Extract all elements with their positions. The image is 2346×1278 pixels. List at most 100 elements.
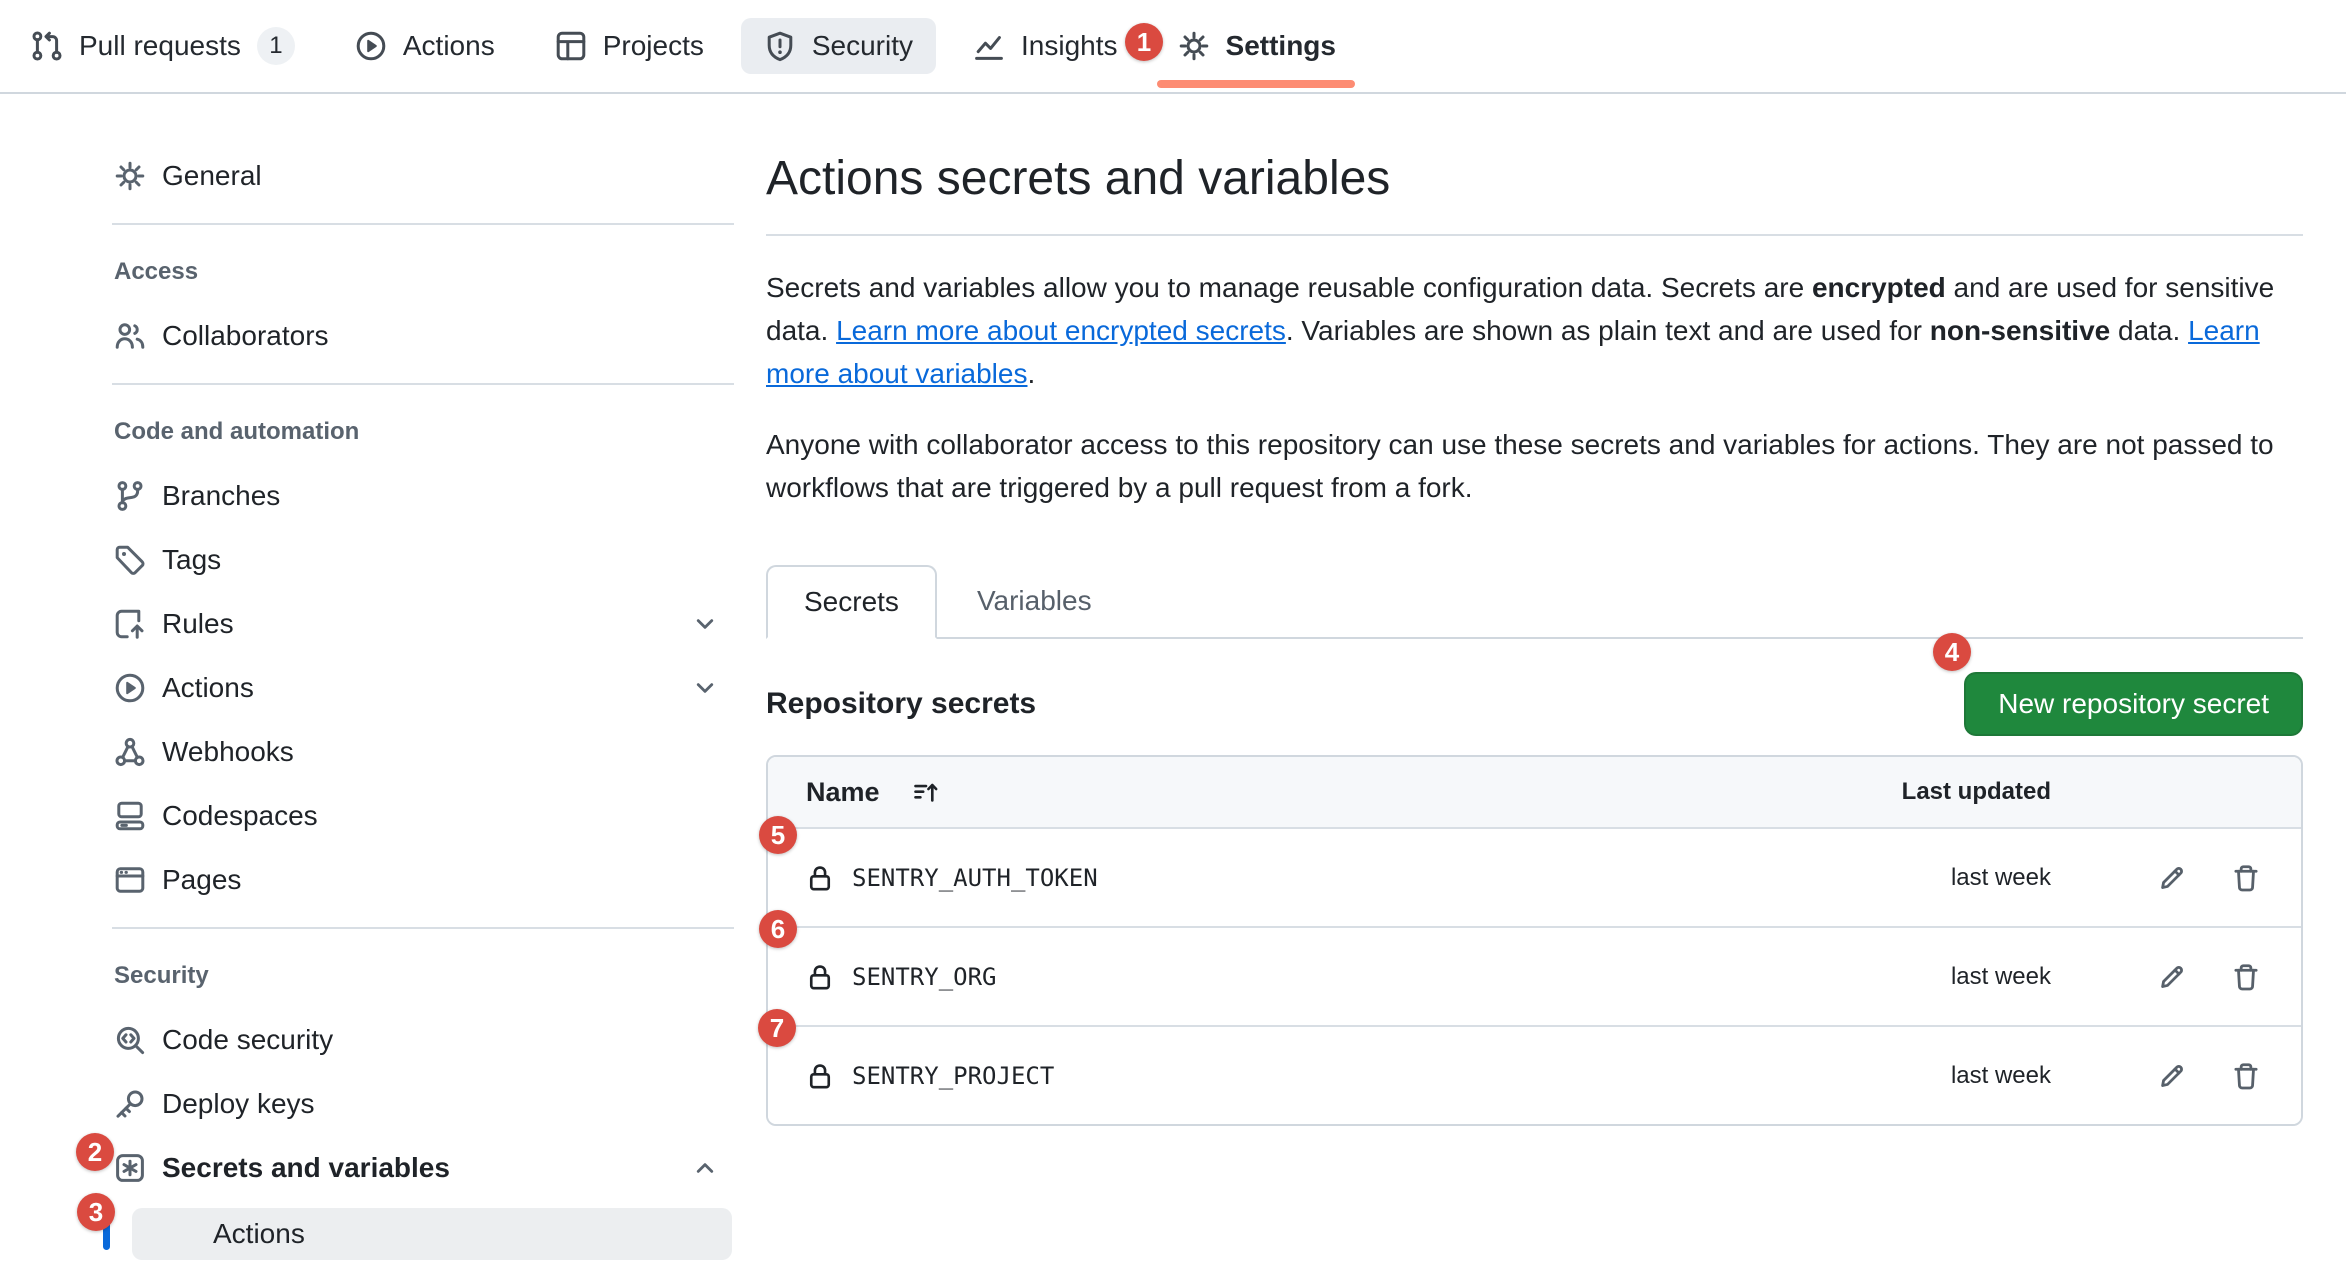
nav-tab-label: Projects [603,30,704,62]
codespaces-icon [114,800,146,832]
sidebar-section-access: Access [112,240,734,304]
pencil-icon [2157,1061,2187,1091]
sidebar-divider [112,383,734,385]
trash-icon [2231,962,2261,992]
play-circle-icon [355,30,387,62]
delete-secret-button[interactable] [2231,962,2261,992]
new-repository-secret-button[interactable]: New repository secret [1964,672,2303,736]
codescan-icon [114,1024,146,1056]
annotation-badge-4: 4 [1933,633,1971,671]
column-header-name[interactable]: Name [768,777,1881,808]
key-icon [114,1088,146,1120]
sidebar-item-label: Code security [162,1024,333,1056]
sidebar-item-actions[interactable]: Actions [112,656,734,720]
secret-name-cell: SENTRY_ORG [768,963,1881,991]
sidebar-divider [112,223,734,225]
intro-text: data. [2110,315,2188,346]
link-learn-more-encrypted-secrets[interactable]: Learn more about encrypted secrets [836,315,1286,346]
intro-text: . Variables are shown as plain text and … [1286,315,1930,346]
pencil-icon [2157,863,2187,893]
edit-secret-button[interactable] [2157,1061,2187,1091]
secret-name: SENTRY_PROJECT [852,1062,1054,1090]
chevron-down-icon [690,673,720,703]
sidebar-section-security: Security [112,944,734,1008]
table-row-sentry-auth-token: SENTRY_AUTH_TOKEN last week [768,827,2301,926]
sidebar-item-label: Webhooks [162,736,294,768]
sidebar-item-label: Actions [162,672,254,704]
nav-tab-label: Pull requests [79,30,241,62]
sidebar-item-pages[interactable]: Pages [112,848,734,912]
tab-secrets[interactable]: Secrets [766,565,937,639]
chevron-down-icon [690,609,720,639]
secrets-table: Name Last updated SENTRY_AUTH_TOKEN last… [766,755,2303,1126]
secret-name-cell: SENTRY_PROJECT [768,1062,1881,1090]
table-row-sentry-org: SENTRY_ORG last week [768,926,2301,1025]
secret-name: SENTRY_ORG [852,963,997,991]
last-updated-value: last week [1881,963,2051,991]
sidebar-item-secrets-and-variables[interactable]: Secrets and variables [112,1136,734,1200]
nav-tab-label: Actions [403,30,495,62]
sidebar-item-deploy-keys[interactable]: Deploy keys [112,1072,734,1136]
lock-icon [806,1062,834,1090]
sidebar-item-collaborators[interactable]: Collaborators [112,304,734,368]
column-header-last-updated: Last updated [1881,778,2051,806]
sidebar-item-tags[interactable]: Tags [112,528,734,592]
sidebar-item-label: Tags [162,544,221,576]
sidebar-item-label: Branches [162,480,280,512]
sidebar-section-code-and-automation: Code and automation [112,400,734,464]
delete-secret-button[interactable] [2231,863,2261,893]
sidebar-subitem-actions-row: Actions [112,1208,734,1260]
edit-secret-button[interactable] [2157,863,2187,893]
annotation-badge-5: 5 [759,816,797,854]
intro-text: Secrets and variables allow you to manag… [766,272,1812,303]
access-paragraph: Anyone with collaborator access to this … [766,423,2303,509]
annotation-badge-2: 2 [76,1133,114,1171]
play-circle-icon [114,672,146,704]
main-content: Actions secrets and variables Secrets an… [766,0,2303,1126]
sort-ascending-icon [912,778,940,806]
chevron-up-icon [690,1153,720,1183]
intro-bold-non-sensitive: non-sensitive [1930,315,2110,346]
edit-secret-button[interactable] [2157,962,2187,992]
repository-secrets-header-row: Repository secrets New repository secret [766,672,2303,736]
project-table-icon [555,30,587,62]
sidebar-item-label: Collaborators [162,320,329,352]
delete-secret-button[interactable] [2231,1061,2261,1091]
nav-tab-projects[interactable]: Projects [532,18,727,74]
sidebar-item-rules[interactable]: Rules [112,592,734,656]
nav-tab-pull-requests[interactable]: Pull requests 1 [8,15,318,77]
nav-tab-actions[interactable]: Actions [332,18,518,74]
title-divider [766,234,2303,236]
tag-icon [114,544,146,576]
sidebar-item-label: Secrets and variables [162,1152,450,1184]
sidebar-item-label: Deploy keys [162,1088,315,1120]
trash-icon [2231,863,2261,893]
last-updated-value: last week [1881,1062,2051,1090]
sidebar-item-webhooks[interactable]: Webhooks [112,720,734,784]
browser-window-icon [114,864,146,896]
secrets-variables-tabs: Secrets Variables [766,565,2303,639]
column-name-label: Name [806,777,880,808]
annotation-badge-3: 3 [77,1193,115,1231]
people-icon [114,320,146,352]
intro-bold-encrypted: encrypted [1812,272,1946,303]
row-actions [2051,1061,2301,1091]
intro-paragraph: Secrets and variables allow you to manag… [766,266,2303,395]
secret-name: SENTRY_AUTH_TOKEN [852,864,1098,892]
webhook-icon [114,736,146,768]
secrets-table-header: Name Last updated [768,757,2301,827]
sidebar-item-branches[interactable]: Branches [112,464,734,528]
sidebar-item-code-security[interactable]: Code security [112,1008,734,1072]
pencil-icon [2157,962,2187,992]
table-row-sentry-project: SENTRY_PROJECT last week [768,1025,2301,1124]
lock-icon [806,963,834,991]
sidebar-item-codespaces[interactable]: Codespaces [112,784,734,848]
asterisk-box-icon [114,1152,146,1184]
sidebar-item-general[interactable]: General [112,144,734,208]
git-pull-request-icon [31,30,63,62]
tab-variables[interactable]: Variables [937,565,1132,637]
row-actions [2051,863,2301,893]
pull-requests-count-badge: 1 [257,27,295,65]
github-repo-settings-page: Pull requests 1 Actions Projects Securit… [0,0,2346,1278]
secret-name-cell: SENTRY_AUTH_TOKEN [768,864,1881,892]
